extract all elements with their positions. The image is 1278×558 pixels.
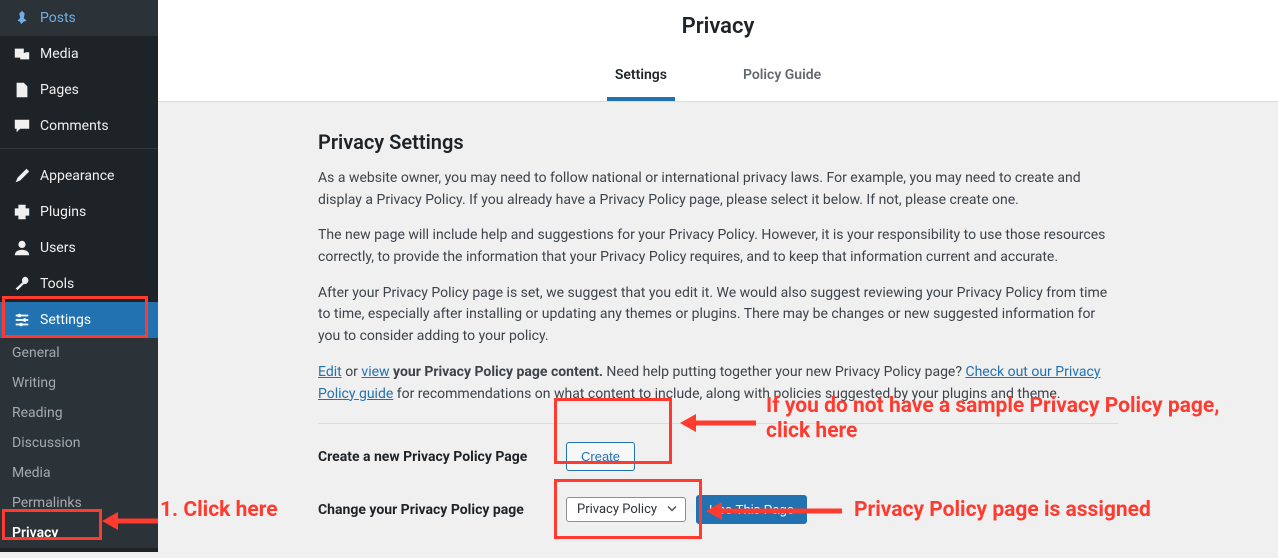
sidebar-item-pages[interactable]: Pages (0, 72, 158, 108)
sidebar-item-media[interactable]: Media (0, 36, 158, 72)
edit-view-paragraph: Edit or view your Privacy Policy page co… (318, 362, 1118, 405)
tab-policy-guide[interactable]: Policy Guide (735, 57, 829, 101)
sidebar-item-label: Tools (40, 276, 146, 292)
sliders-icon (12, 310, 32, 330)
comment-icon (12, 116, 32, 136)
page-header: Privacy Settings Policy Guide (158, 0, 1278, 102)
admin-sidebar: Posts Media Pages Comments Appearance Pl… (0, 0, 158, 552)
sidebar-item-label: Pages (40, 82, 146, 98)
tab-settings[interactable]: Settings (607, 57, 675, 101)
sidebar-item-plugins[interactable]: Plugins (0, 194, 158, 230)
sidebar-item-settings[interactable]: Settings (0, 302, 158, 338)
create-button[interactable]: Create (566, 442, 635, 471)
view-link[interactable]: view (361, 364, 389, 380)
submenu-reading[interactable]: Reading (0, 398, 158, 428)
select-value: Privacy Policy (577, 502, 657, 517)
main-content-area: Privacy Settings Policy Guide Privacy Se… (158, 0, 1278, 552)
sidebar-item-posts[interactable]: Posts (0, 0, 158, 36)
tabs: Settings Policy Guide (158, 57, 1278, 101)
section-title: Privacy Settings (318, 130, 1238, 154)
intro-paragraph-3: After your Privacy Policy page is set, w… (318, 283, 1118, 348)
media-icon (12, 44, 32, 64)
sidebar-item-users[interactable]: Users (0, 230, 158, 266)
use-this-page-button[interactable]: Use This Page (696, 495, 807, 524)
user-icon (12, 238, 32, 258)
submenu-writing[interactable]: Writing (0, 368, 158, 398)
wrench-icon (12, 274, 32, 294)
chevron-down-icon (667, 502, 677, 517)
plugin-icon (12, 202, 32, 222)
sidebar-item-label: Comments (40, 118, 146, 134)
submenu-permalinks[interactable]: Permalinks (0, 488, 158, 518)
divider (318, 423, 1118, 424)
menu-separator (0, 148, 158, 154)
intro-paragraph-2: The new page will include help and sugge… (318, 225, 1118, 268)
change-label: Change your Privacy Policy page (318, 502, 540, 518)
privacy-page-select[interactable]: Privacy Policy (566, 497, 686, 522)
sidebar-item-label: Plugins (40, 204, 146, 220)
sidebar-item-label: Users (40, 240, 146, 256)
content-body: Privacy Settings As a website owner, you… (158, 102, 1278, 558)
sidebar-item-comments[interactable]: Comments (0, 108, 158, 144)
submenu-discussion[interactable]: Discussion (0, 428, 158, 458)
change-row: Change your Privacy Policy page Privacy … (318, 495, 1238, 524)
brush-icon (12, 166, 32, 186)
page-icon (12, 80, 32, 100)
create-label: Create a new Privacy Policy Page (318, 449, 540, 465)
sidebar-item-label: Posts (40, 10, 146, 26)
intro-paragraph-1: As a website owner, you may need to foll… (318, 168, 1118, 211)
sidebar-item-label: Settings (40, 312, 146, 328)
settings-submenu: General Writing Reading Discussion Media… (0, 338, 158, 548)
submenu-general[interactable]: General (0, 338, 158, 368)
sidebar-item-tools[interactable]: Tools (0, 266, 158, 302)
create-row: Create a new Privacy Policy Page Create (318, 442, 1238, 471)
pin-icon (12, 8, 32, 28)
page-title: Privacy (158, 14, 1278, 39)
submenu-media[interactable]: Media (0, 458, 158, 488)
submenu-privacy[interactable]: Privacy (0, 518, 158, 548)
sidebar-item-appearance[interactable]: Appearance (0, 158, 158, 194)
sidebar-item-label: Appearance (40, 168, 146, 184)
edit-link[interactable]: Edit (318, 364, 342, 380)
sidebar-item-label: Media (40, 46, 146, 62)
